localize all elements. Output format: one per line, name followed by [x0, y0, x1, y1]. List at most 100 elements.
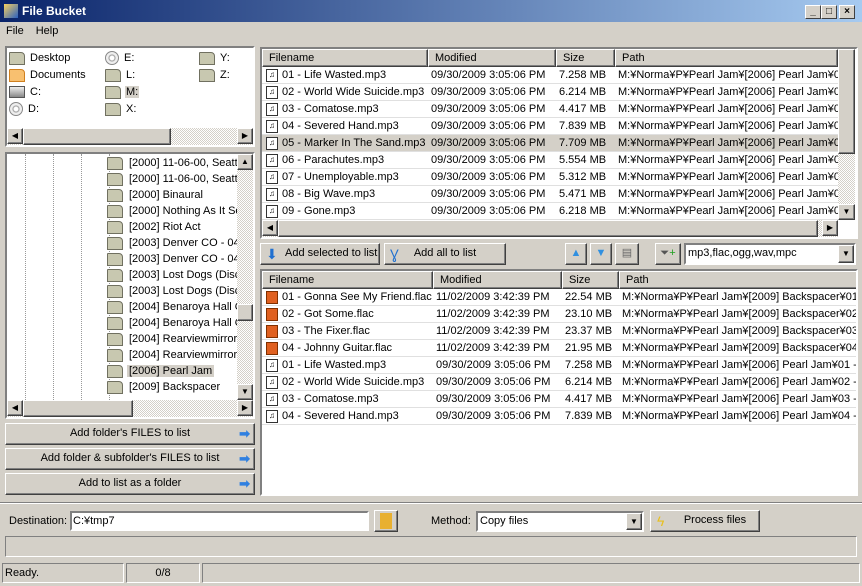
column-header-path[interactable]: Path: [619, 271, 856, 289]
tree-item[interactable]: [2000] 11-06-00, Seattle: [107, 155, 248, 171]
cell-text: M:¥Norma¥P¥Pearl Jam¥[2006] Pearl Jam¥09: [618, 205, 838, 217]
tree-item[interactable]: [2003] Lost Dogs (Disc: [107, 267, 242, 283]
tree-item[interactable]: [2004] Rearviewmirror (: [107, 331, 246, 347]
add-selected-button[interactable]: ⬇ Add selected to list: [260, 243, 380, 265]
drive-item[interactable]: M:: [105, 84, 140, 100]
maximize-button[interactable]: □: [821, 5, 837, 19]
source-list-hscrollbar[interactable]: ◀ ▶: [262, 220, 838, 237]
scroll-thumb[interactable]: [237, 304, 253, 321]
file-row[interactable]: 03 - The Fixer.flac 11/02/2009 3:42:39 PM…: [262, 323, 856, 340]
tree-item[interactable]: [2004] Benaroya Hall O: [107, 299, 245, 315]
minimize-button[interactable]: _: [805, 5, 821, 19]
tree-item[interactable]: [2003] Denver CO - 04-: [107, 235, 245, 251]
close-button[interactable]: ×: [839, 5, 855, 19]
add-all-button[interactable]: Ɣ Add all to list: [384, 243, 506, 265]
drive-item[interactable]: C:: [9, 84, 42, 100]
cd-drive-icon: [105, 51, 119, 66]
file-row[interactable]: ♫ 02 - World Wide Suicide.mp3 09/30/2009 3…: [262, 84, 838, 101]
file-row[interactable]: ♫ 02 - World Wide Suicide.mp3 09/30/2009 3…: [262, 374, 856, 391]
source-list-vscrollbar[interactable]: ▼: [838, 49, 855, 220]
file-row[interactable]: ♫ 01 - Life Wasted.mp3 09/30/2009 3:05:06 …: [262, 67, 838, 84]
dropdown-arrow-icon[interactable]: ▼: [626, 513, 642, 530]
tree-item[interactable]: [2004] Rearviewmirror (: [107, 347, 246, 363]
add-filter-button[interactable]: ⏷+: [655, 243, 681, 265]
add-folder-subfolder-files-button[interactable]: Add folder & subfolder's FILES to list ➡: [5, 448, 255, 470]
column-header-filename[interactable]: Filename: [262, 271, 433, 289]
tree-line: [53, 154, 54, 404]
drive-item[interactable]: Z:: [199, 67, 231, 83]
add-as-folder-button[interactable]: Add to list as a folder ➡: [5, 473, 255, 495]
tree-vscrollbar[interactable]: ▲ ▼: [237, 154, 253, 400]
drive-item[interactable]: Desktop: [9, 50, 71, 66]
network-drive-icon: [199, 51, 215, 65]
file-row[interactable]: ♫ 04 - Severed Hand.mp3 09/30/2009 3:05:06…: [262, 408, 856, 425]
drive-item[interactable]: D:: [9, 101, 40, 117]
menu-file[interactable]: File: [0, 25, 30, 37]
cell-text: 09/30/2009 3:05:06 PM: [431, 86, 546, 98]
column-header-path[interactable]: Path: [615, 49, 838, 67]
tree-item[interactable]: [2002] Riot Act: [107, 219, 203, 235]
drive-item[interactable]: Documents: [9, 67, 87, 83]
status-panel: [202, 563, 860, 583]
folder-icon: [107, 188, 123, 202]
cell-text: M:¥Norma¥P¥Pearl Jam¥[2009] Backspacer¥0…: [622, 308, 858, 320]
process-files-button[interactable]: ϟ Process files: [650, 510, 760, 532]
scroll-thumb[interactable]: [23, 400, 133, 417]
cell-text: 01 - Life Wasted.mp3: [282, 69, 387, 81]
browse-destination-button[interactable]: [374, 510, 398, 532]
column-header-modified[interactable]: Modified: [428, 49, 556, 67]
scroll-thumb[interactable]: [838, 49, 855, 154]
drive-list-hscrollbar[interactable]: ◀ ▶: [7, 128, 253, 145]
file-row[interactable]: ♫ 01 - Life Wasted.mp3 09/30/2009 3:05:06 …: [262, 357, 856, 374]
destination-input[interactable]: C:¥tmp7: [70, 511, 369, 531]
file-row[interactable]: ♫ 06 - Parachutes.mp3 09/30/2009 3:05:06 P…: [262, 152, 838, 169]
move-up-button[interactable]: ▲: [565, 243, 587, 265]
column-header-size[interactable]: Size: [562, 271, 619, 289]
tree-item[interactable]: [2003] Denver CO - 04-: [107, 251, 245, 267]
dropdown-arrow-icon[interactable]: ▼: [838, 245, 854, 263]
method-select[interactable]: Copy files ▼: [476, 511, 644, 532]
drive-item[interactable]: X:: [105, 101, 137, 117]
scroll-thumb[interactable]: [278, 220, 818, 237]
view-details-button[interactable]: ▤: [615, 243, 639, 265]
scroll-thumb[interactable]: [23, 128, 171, 145]
tree-hscrollbar[interactable]: ◀ ▶: [7, 400, 253, 417]
cell-filename: ♫ 07 - Unemployable.mp3: [262, 169, 428, 186]
file-row[interactable]: ♫ 05 - Marker In The Sand.mp3 09/30/2009 3…: [262, 135, 838, 152]
file-row[interactable]: 04 - Johnny Guitar.flac 11/02/2009 3:42:3…: [262, 340, 856, 357]
file-row[interactable]: ♫ 03 - Comatose.mp3 09/30/2009 3:05:06 PM 4…: [262, 101, 838, 118]
tree-item[interactable]: [2003] Lost Dogs (Disc: [107, 283, 242, 299]
drive-item[interactable]: E:: [105, 50, 135, 66]
destination-value: C:¥tmp7: [73, 515, 115, 527]
column-header-size[interactable]: Size: [556, 49, 615, 67]
drive-item[interactable]: Y:: [199, 50, 231, 66]
move-down-button[interactable]: ▼: [590, 243, 612, 265]
tree-item[interactable]: [2000] Binaural: [107, 187, 205, 203]
cell-filename: ♫ 06 - Parachutes.mp3: [262, 152, 428, 169]
tree-item[interactable]: [2009] Backspacer: [107, 379, 222, 395]
tree-item[interactable]: [2000] Nothing As It Se: [107, 203, 244, 219]
menu-help[interactable]: Help: [30, 25, 65, 37]
tree-item[interactable]: [2000] 11-06-00, Seattle: [107, 171, 248, 187]
cell-path: M:¥Norma¥P¥Pearl Jam¥[2006] Pearl Jam¥07: [615, 169, 838, 186]
button-label: Add all to list: [413, 247, 477, 259]
file-row[interactable]: ♫ 03 - Comatose.mp3 09/30/2009 3:05:06 PM 4…: [262, 391, 856, 408]
file-row[interactable]: 02 - Got Some.flac 11/02/2009 3:42:39 PM 2…: [262, 306, 858, 323]
column-header-modified[interactable]: Modified: [433, 271, 562, 289]
file-row[interactable]: 01 - Gonna See My Friend.flac 11/02/2009 …: [262, 289, 856, 306]
file-row[interactable]: ♫ 08 - Big Wave.mp3 09/30/2009 3:05:06 PM 5…: [262, 186, 838, 203]
tree-item[interactable]: [2006] Pearl Jam: [107, 363, 215, 379]
audio-file-icon: ♫: [266, 153, 278, 167]
flac-file-icon: [266, 307, 278, 321]
cell-text: 09/30/2009 3:05:06 PM: [431, 205, 546, 217]
extension-filter-combo[interactable]: mp3,flac,ogg,wav,mpc ▼: [684, 243, 856, 265]
column-header-filename[interactable]: Filename: [262, 49, 428, 67]
file-row[interactable]: ♫ 09 - Gone.mp3 09/30/2009 3:05:06 PM 6.218…: [262, 203, 838, 220]
drive-item[interactable]: L:: [105, 67, 136, 83]
audio-file-icon: ♫: [266, 358, 278, 372]
file-row[interactable]: ♫ 07 - Unemployable.mp3 09/30/2009 3:05:06…: [262, 169, 838, 186]
add-folder-files-button[interactable]: Add folder's FILES to list ➡: [5, 423, 255, 445]
file-row[interactable]: ♫ 04 - Severed Hand.mp3 09/30/2009 3:05:06…: [262, 118, 838, 135]
cell-text: 22.54 MB: [565, 291, 613, 303]
tree-item[interactable]: [2004] Benaroya Hall O: [107, 315, 245, 331]
